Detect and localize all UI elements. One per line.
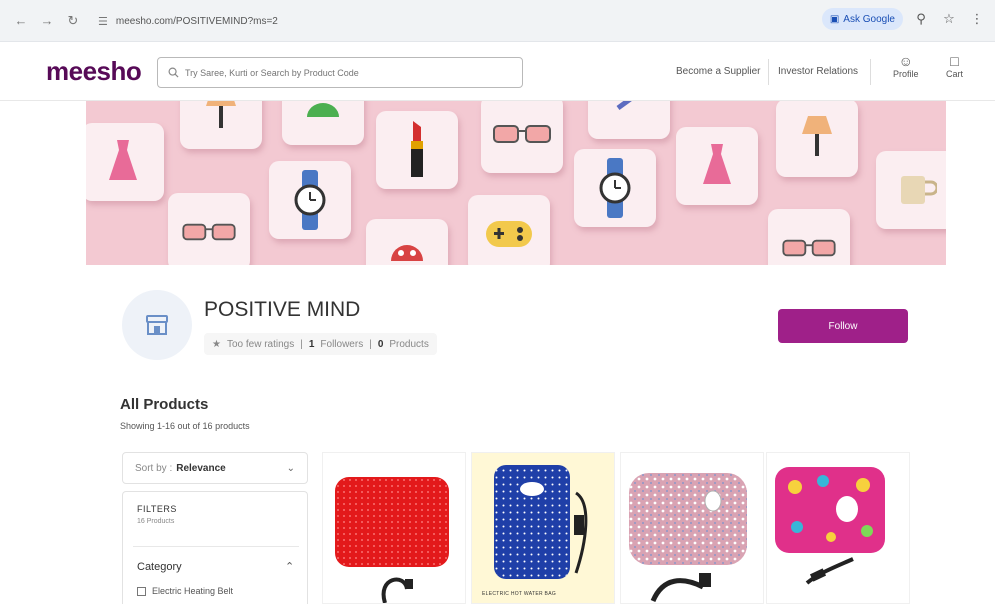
product-card[interactable] [766, 452, 910, 604]
lipstick-icon [411, 121, 423, 177]
gamepad-tile [468, 195, 550, 265]
followers-count: 1 [308, 338, 315, 350]
ask-google-button[interactable]: ▣ Ask Google [821, 8, 903, 30]
dress-tile-2 [676, 127, 758, 205]
sort-dropdown[interactable]: Sort by : Relevance ⌄ [122, 452, 308, 484]
user-icon: ☺ [898, 53, 913, 69]
glasses-icon [782, 239, 836, 257]
become-supplier-link[interactable]: Become a Supplier [676, 66, 761, 77]
shop-name: POSITIVE MIND [204, 298, 361, 321]
glasses-icon [493, 125, 551, 143]
mushroom-icon [391, 245, 423, 261]
cap-tile [282, 101, 364, 145]
watch-icon [599, 158, 631, 218]
watch-tile-2 [574, 149, 656, 227]
products-count: 0 [377, 338, 384, 350]
header-divider [768, 59, 769, 85]
lipstick-tile [376, 111, 458, 189]
pen-icon [616, 101, 632, 111]
category-filter-label[interactable]: Category [137, 561, 182, 573]
address-bar[interactable]: ☰ meesho.com/POSITIVEMIND?ms=2 [98, 10, 818, 32]
glasses-icon [182, 223, 236, 241]
rating-star-icon: ★ [212, 338, 221, 350]
blue-hot-water-bag-image [494, 465, 588, 579]
ask-google-label: Ask Google [843, 13, 895, 25]
cart-button[interactable]: □ Cart [946, 53, 963, 79]
category-checkbox[interactable] [137, 586, 146, 596]
lamp-icon [206, 101, 236, 128]
google-lens-icon: ▣ [829, 13, 840, 25]
all-products-heading: All Products [120, 396, 209, 413]
separator: | [300, 338, 303, 350]
sort-value: Relevance [176, 462, 226, 474]
watch-tile [269, 161, 351, 239]
product-caption: ELECTRIC HOT WATER BAG [482, 591, 557, 597]
chrome-menu-icon[interactable]: ⋮ [967, 9, 987, 29]
glasses-tile-2 [168, 193, 250, 265]
follow-button[interactable]: Follow [778, 309, 908, 343]
bookmark-star-icon[interactable]: ☆ [939, 9, 959, 29]
separator: | [369, 338, 372, 350]
dress-icon [703, 144, 731, 184]
dress-tile [86, 123, 164, 201]
site-header: meesho Become a Supplier Investor Relati… [0, 43, 995, 101]
category-option[interactable]: Electric Heating Belt [137, 586, 233, 596]
filter-panel: FILTERS 16 Products Category ⌃ Electric … [122, 491, 308, 604]
sort-prefix: Sort by : [135, 462, 173, 474]
divider [133, 546, 299, 547]
cap-icon [307, 103, 339, 117]
browser-toolbar: ← → ↻ ☰ meesho.com/POSITIVEMIND?ms=2 ▣ A… [0, 0, 995, 42]
product-card[interactable]: ELECTRIC HOT WATER BAG [471, 452, 615, 604]
investor-relations-link[interactable]: Investor Relations [778, 66, 858, 77]
showing-count: Showing 1-16 out of 16 products [120, 421, 250, 431]
cart-icon: □ [950, 53, 959, 69]
lamp-tile-2 [776, 101, 858, 177]
mug-tile [876, 151, 946, 229]
chevron-up-icon[interactable]: ⌃ [285, 560, 294, 573]
red-hot-water-bag-image [335, 477, 449, 603]
zoom-search-icon[interactable]: ⚲ [911, 9, 931, 29]
rating-text: Too few ratings [226, 338, 295, 350]
mushroom-tile [366, 219, 448, 265]
site-info-icon[interactable]: ☰ [98, 15, 108, 28]
forward-icon[interactable]: → [36, 10, 58, 32]
product-card[interactable] [620, 452, 764, 604]
search-icon [168, 67, 179, 78]
products-label: Products [389, 338, 429, 350]
lamp-tile [180, 101, 262, 149]
search-input[interactable] [185, 67, 505, 78]
mug-icon [901, 176, 937, 204]
search-bar[interactable] [157, 57, 523, 88]
pink-hot-water-bag-image [629, 473, 747, 603]
url-text: meesho.com/POSITIVEMIND?ms=2 [115, 15, 278, 27]
meesho-logo[interactable]: meesho [46, 56, 142, 87]
floral-hot-water-bag-image [775, 467, 885, 585]
cart-label: Cart [946, 69, 964, 79]
filters-subtitle: 16 Products [137, 518, 175, 525]
back-icon[interactable]: ← [10, 10, 32, 32]
filters-title: FILTERS [137, 504, 177, 514]
shop-stats: ★ Too few ratings | 1 Followers | 0 Prod… [204, 333, 437, 355]
shop-avatar [122, 290, 192, 360]
pen-tile [588, 101, 670, 139]
gamepad-icon [486, 221, 532, 247]
shop-banner [86, 101, 946, 265]
shop-icon [146, 315, 168, 335]
watch-icon [294, 170, 326, 230]
glasses-tile [481, 101, 563, 173]
dress-icon [109, 140, 137, 180]
profile-label: Profile [893, 69, 919, 79]
chevron-down-icon: ⌄ [286, 462, 295, 474]
profile-button[interactable]: ☺ Profile [893, 53, 919, 79]
reload-icon[interactable]: ↻ [62, 10, 84, 32]
category-option-label: Electric Heating Belt [152, 586, 234, 596]
lamp-icon [802, 116, 832, 156]
glasses-tile-3 [768, 209, 850, 265]
followers-label: Followers [320, 338, 364, 350]
header-divider [870, 59, 871, 85]
product-card[interactable] [322, 452, 466, 604]
